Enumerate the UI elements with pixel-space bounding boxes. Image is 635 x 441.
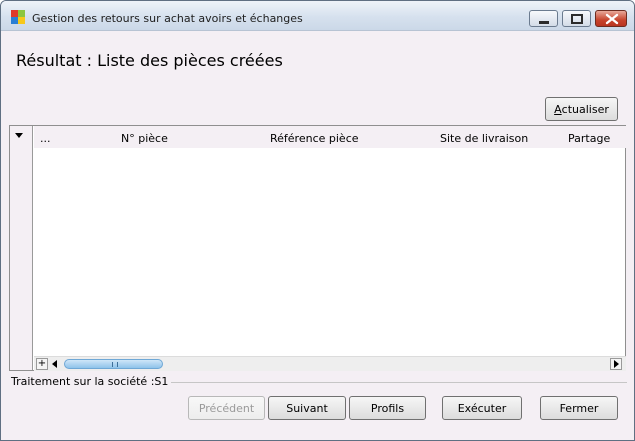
scroll-right-arrow-icon <box>614 360 619 368</box>
refresh-label-rest: ctualiser <box>561 102 609 116</box>
scroll-left-arrow-icon[interactable] <box>52 360 57 368</box>
refresh-button[interactable]: Actualiser <box>545 97 618 121</box>
minimize-icon <box>539 21 549 24</box>
refresh-accel-key: A <box>554 102 562 116</box>
column-header-delivery-site[interactable]: Site de livraison <box>440 132 528 145</box>
scrollbar-thumb[interactable] <box>64 359 163 369</box>
main-window: Gestion des retours sur achat avoirs et … <box>0 0 635 441</box>
column-header-piece-number[interactable]: N° pièce <box>121 132 168 145</box>
add-row-button[interactable]: + <box>36 358 48 370</box>
results-grid[interactable]: ... N° pièce Référence pièce Site de liv… <box>9 125 626 371</box>
grid-header: ... N° pièce Référence pièce Site de liv… <box>34 126 626 148</box>
grid-menu-arrow-icon[interactable] <box>15 133 23 138</box>
scrollbar-grip-icon <box>112 362 118 367</box>
horizontal-scrollbar[interactable]: + <box>34 356 626 371</box>
scroll-right-button[interactable] <box>610 358 622 370</box>
close-window-button[interactable] <box>595 10 627 27</box>
previous-button[interactable]: Précédent <box>188 396 265 420</box>
restore-icon <box>571 14 583 24</box>
close-button[interactable]: Fermer <box>540 396 618 420</box>
minimize-button[interactable] <box>529 10 558 27</box>
title-bar[interactable]: Gestion des retours sur achat avoirs et … <box>1 1 634 31</box>
app-logo-icon <box>11 10 25 24</box>
page-title: Résultat : Liste des pièces créées <box>16 51 283 70</box>
close-icon <box>605 13 619 25</box>
next-button[interactable]: Suivant <box>268 396 346 420</box>
grid-row-selector-column <box>10 126 33 370</box>
window-title: Gestion des retours sur achat avoirs et … <box>32 12 303 25</box>
execute-button[interactable]: Exécuter <box>442 396 522 420</box>
column-header-piece-reference[interactable]: Référence pièce <box>270 132 359 145</box>
profiles-button[interactable]: Profils <box>349 396 426 420</box>
column-header-options[interactable]: ... <box>40 132 51 145</box>
column-header-sharing[interactable]: Partage <box>568 132 610 145</box>
company-status-label: Traitement sur la société :S1 <box>11 375 172 388</box>
maximize-button[interactable] <box>562 10 591 27</box>
